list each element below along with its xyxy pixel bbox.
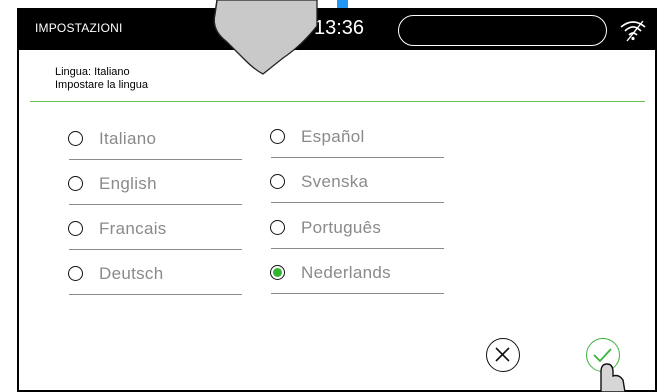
radio-deutsch[interactable]: [68, 266, 83, 281]
divider: [30, 101, 645, 102]
radio-nederlands[interactable]: [270, 265, 285, 280]
option-label: Español: [301, 127, 365, 146]
current-language: Lingua: Italiano: [55, 66, 130, 78]
touch-hand-overlay: [213, 0, 318, 75]
top-indicator: [337, 0, 348, 8]
option-label: Francais: [99, 219, 167, 238]
option-label: Deutsch: [99, 264, 164, 283]
option-underline: [271, 157, 444, 158]
radio-espanol[interactable]: [270, 129, 285, 144]
option-nederlands[interactable]: Nederlands: [270, 261, 445, 294]
header-bar: IMPOSTAZIONI 13:36: [17, 8, 657, 50]
radio-italiano[interactable]: [68, 131, 83, 146]
option-underline: [271, 293, 444, 294]
pointing-finger-overlay: [600, 363, 626, 392]
radio-svenska[interactable]: [270, 174, 285, 189]
option-label: English: [99, 174, 157, 193]
option-label: Italiano: [99, 129, 157, 148]
status-pill[interactable]: [398, 15, 607, 46]
settings-screen: IMPOSTAZIONI 13:36 Lingua: Italiano Impo…: [0, 0, 662, 392]
option-english[interactable]: English: [68, 172, 243, 205]
instruction-text: Impostare la lingua: [55, 79, 148, 91]
option-underline: [271, 202, 444, 203]
option-espanol[interactable]: Español: [270, 125, 445, 158]
wifi-icon: [620, 20, 646, 42]
option-svenska[interactable]: Svenska: [270, 170, 445, 203]
close-icon: [495, 347, 510, 362]
option-portugues[interactable]: Português: [270, 216, 445, 249]
option-underline: [69, 159, 242, 160]
option-deutsch[interactable]: Deutsch: [68, 262, 243, 295]
page-title: IMPOSTAZIONI: [35, 21, 123, 35]
option-label: Nederlands: [301, 263, 391, 282]
option-underline: [69, 249, 242, 250]
option-underline: [69, 294, 242, 295]
option-italiano[interactable]: Italiano: [68, 127, 243, 160]
radio-portugues[interactable]: [270, 220, 285, 235]
option-francais[interactable]: Francais: [68, 217, 243, 250]
radio-francais[interactable]: [68, 221, 83, 236]
option-label: Svenska: [301, 172, 369, 191]
clock: 13:36: [314, 17, 365, 39]
cancel-button[interactable]: [486, 338, 520, 372]
option-underline: [69, 204, 242, 205]
radio-english[interactable]: [68, 176, 83, 191]
language-panel: Lingua: Italiano Impostare la lingua Ita…: [17, 50, 657, 392]
option-label: Português: [301, 218, 382, 237]
option-underline: [271, 248, 444, 249]
